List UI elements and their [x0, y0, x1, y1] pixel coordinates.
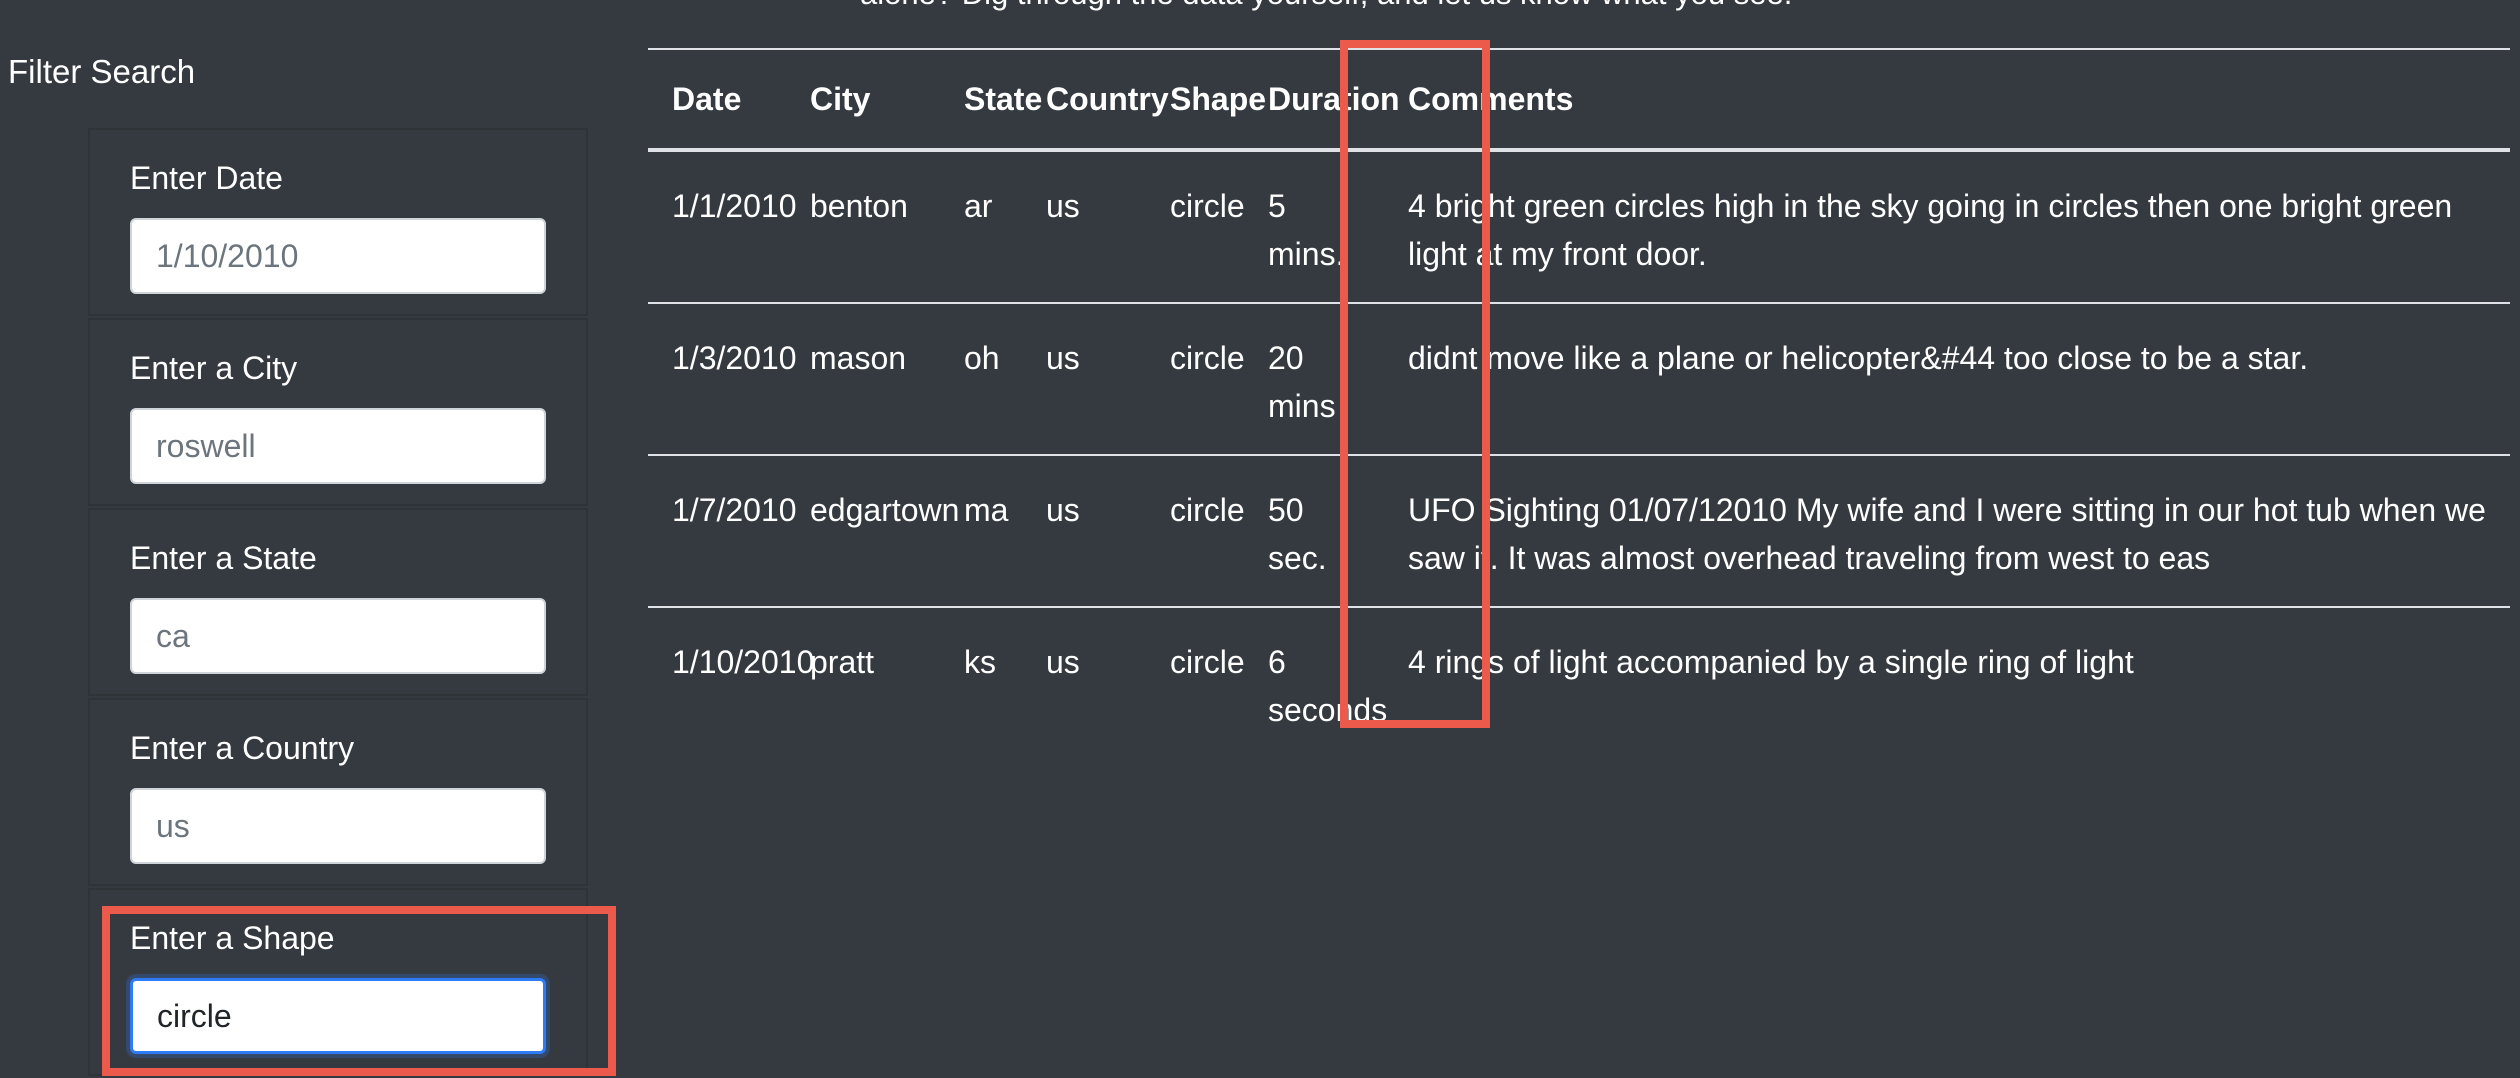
country-input[interactable] [130, 788, 546, 864]
cell-country: us [1046, 188, 1080, 224]
cell-country: us [1022, 606, 1146, 758]
filter-shape-label: Enter a Shape [130, 920, 335, 956]
cell-date: 1/3/2010 [648, 302, 797, 455]
header-state: State [940, 48, 1042, 152]
cell-comments: 4 bright green circles high in the sky g… [1408, 188, 2453, 272]
header-comments: Comments [1384, 48, 2510, 152]
cell-country: us [1022, 302, 1146, 455]
cell-date: 1/10/2010 [648, 606, 814, 758]
filter-date-label: Enter Date [130, 160, 283, 196]
filter-country: Enter a Country [88, 698, 588, 886]
cell-duration: 20 mins [1244, 302, 1384, 455]
cell-city: mason [786, 302, 940, 455]
intro-text: alone? Dig through the data yourself, an… [860, 0, 1792, 12]
cell-duration: 6 seconds [1244, 606, 1387, 758]
cell-shape: circle [1146, 302, 1245, 455]
cell-country: us [1022, 454, 1146, 607]
cell-comments: didnt move like a plane or helicopter&#4… [1384, 302, 2510, 455]
cell-comments: 4 rings of light accompanied by a single… [1384, 606, 2510, 758]
results-table-container: Date City State Country Shape Duration C… [648, 48, 2520, 758]
cell-date: 1/7/2010 [648, 454, 797, 607]
filter-state-label: Enter a State [130, 540, 317, 576]
header-city: City [786, 48, 940, 152]
cell-state: ar [964, 188, 993, 224]
cell-city: edgartown [786, 454, 959, 607]
filter-city: Enter a City [88, 318, 588, 506]
state-input[interactable] [130, 598, 546, 674]
cell-city: pratt [786, 606, 940, 758]
cell-shape: circle [1146, 454, 1245, 607]
cell-date: 1/1/2010 [672, 188, 797, 224]
cell-state: oh [940, 302, 1022, 455]
cell-comments: UFO Sighting 01/07/12010 My wife and I w… [1384, 454, 2510, 607]
city-input[interactable] [130, 408, 546, 484]
filter-city-label: Enter a City [130, 350, 298, 386]
shape-input[interactable] [130, 978, 546, 1054]
table-row: 1/7/2010 edgartown ma us circle 50 sec. … [648, 454, 2510, 607]
ufo-table: Date City State Country Shape Duration C… [648, 48, 2510, 758]
filter-state: Enter a State [88, 508, 588, 696]
filter-date: Enter Date [88, 128, 588, 316]
cell-shape: circle [1170, 188, 1245, 224]
table-header-row: Date City State Country Shape Duration C… [648, 48, 2510, 152]
filter-country-label: Enter a Country [130, 730, 355, 766]
table-row: 1/3/2010 mason oh us circle 20 mins didn… [648, 302, 2510, 455]
cell-state: ks [940, 606, 1022, 758]
filter-list: Enter Date Enter a City Enter a State En… [88, 128, 588, 1076]
cell-shape: circle [1146, 606, 1245, 758]
table-row: 1/10/2010 pratt ks us circle 6 seconds 4… [648, 606, 2510, 758]
cell-duration: 5 mins. [1268, 188, 1345, 272]
date-input[interactable] [130, 218, 546, 294]
page: alone? Dig through the data yourself, an… [0, 0, 2520, 1078]
filter-search-title: Filter Search [8, 53, 196, 90]
table-row: 1/1/2010 benton ar us circle 5 mins. 4 b… [648, 150, 2510, 303]
header-date: Date [648, 48, 786, 152]
cell-city: benton [810, 188, 908, 224]
cell-duration: 50 sec. [1244, 454, 1384, 607]
filter-shape: Enter a Shape [88, 888, 588, 1076]
